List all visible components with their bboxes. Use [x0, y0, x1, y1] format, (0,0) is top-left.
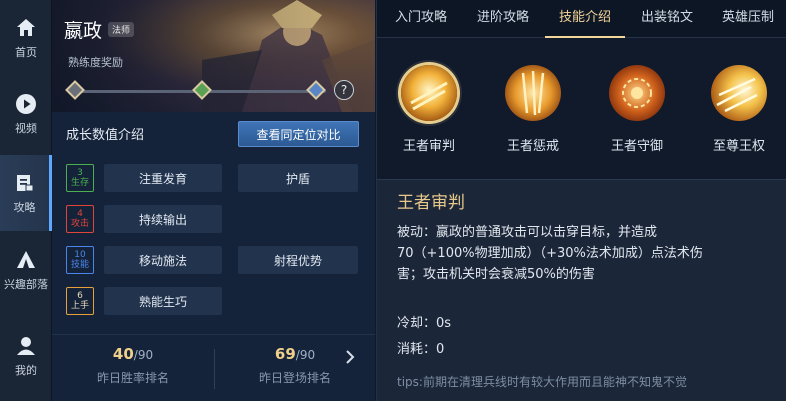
- left-nav: 首页 视频 攻略 兴趣部落 我的: [0, 0, 52, 401]
- ease-level-badge: 6 上手: [66, 287, 94, 315]
- skill-supreme-icon: [711, 65, 767, 121]
- skill-list: 王者审判 王者惩戒 王者守御 至尊王权: [377, 39, 786, 179]
- nav-item-me[interactable]: 我的: [0, 318, 52, 394]
- compare-position-button[interactable]: 查看同定位对比: [238, 121, 359, 147]
- rank-section: 40/90 昨日胜率排名 69/90 昨日登场排名: [52, 334, 375, 401]
- nav-item-guide[interactable]: 攻略: [0, 155, 52, 231]
- right-panel: 入门攻略 进阶攻略 技能介绍 出装铭文 英雄压制 王者审判 王者惩戒 王者守御: [376, 0, 786, 401]
- trait-tag[interactable]: 注重发育: [104, 164, 222, 192]
- skill-detail-title: 王者审判: [397, 193, 465, 213]
- skill-level-badge: 10 技能: [66, 246, 94, 274]
- nav-item-label: 兴趣部落: [4, 278, 48, 291]
- tab-skill-intro[interactable]: 技能介绍: [545, 0, 625, 38]
- skill-punish-icon: [505, 65, 561, 121]
- tab-bar: 入门攻略 进阶攻略 技能介绍 出装铭文 英雄压制: [377, 0, 786, 38]
- skill-item[interactable]: 王者守御: [587, 65, 687, 154]
- trait-tag[interactable]: 熟能生巧: [104, 287, 222, 315]
- trait-tag[interactable]: 射程优势: [238, 246, 358, 274]
- survival-level-badge: 3 生存: [66, 164, 94, 192]
- guide-icon: [13, 171, 37, 195]
- skill-guard-icon: [609, 65, 665, 121]
- skill-item[interactable]: 王者审判: [379, 65, 479, 154]
- nav-item-tribe[interactable]: 兴趣部落: [0, 232, 52, 308]
- tab-counter[interactable]: 英雄压制: [709, 0, 786, 38]
- tab-advanced-guide[interactable]: 进阶攻略: [463, 0, 543, 38]
- help-button[interactable]: ?: [334, 80, 354, 100]
- growth-section: 成长数值介绍 查看同定位对比 3 生存 注重发育 护盾 4 攻击 持续输出 10…: [52, 112, 375, 334]
- nav-item-video[interactable]: 视频: [0, 76, 52, 152]
- nav-item-label: 视频: [15, 122, 37, 135]
- skill-description: 被动：嬴政的普通攻击可以击穿目标，并造成 70（+100%物理加成）（+30%法…: [397, 225, 703, 282]
- proficiency-label: 熟练度奖励: [68, 56, 123, 69]
- skill-cost: 消耗：0: [397, 342, 445, 357]
- growth-title: 成长数值介绍: [66, 128, 145, 143]
- hero-role-badge: 法师: [108, 22, 135, 37]
- skill-judgment-icon: [401, 65, 457, 121]
- skill-item[interactable]: 至尊王权: [689, 65, 786, 154]
- trait-tag[interactable]: 护盾: [238, 164, 358, 192]
- skill-tips: tips:前期在清理兵线时有较大作用而且能神不知鬼不觉: [397, 375, 687, 389]
- nav-item-label: 我的: [15, 364, 37, 377]
- home-icon: [14, 16, 38, 40]
- trait-tag[interactable]: 持续输出: [104, 205, 222, 233]
- chevron-right-icon[interactable]: [345, 349, 355, 370]
- divider: [214, 349, 215, 389]
- skill-detail: 王者审判 被动：嬴政的普通攻击可以击穿目标，并造成 70（+100%物理加成）（…: [377, 179, 786, 401]
- hero-name: 嬴政: [64, 20, 103, 42]
- win-rate-rank[interactable]: 40/90 昨日胜率排名: [68, 345, 198, 386]
- skill-item[interactable]: 王者惩戒: [483, 65, 583, 154]
- user-icon: [14, 334, 38, 358]
- nav-item-home[interactable]: 首页: [0, 0, 52, 76]
- tab-build[interactable]: 出装铭文: [627, 0, 707, 38]
- skill-cooldown: 冷却：0s: [397, 316, 452, 331]
- nav-item-label: 攻略: [13, 201, 36, 214]
- hero-banner: 嬴政 法师 熟练度奖励 ?: [52, 0, 375, 112]
- pick-rate-rank[interactable]: 69/90 昨日登场排名: [230, 345, 360, 386]
- nav-item-label: 首页: [15, 46, 37, 59]
- trait-tag[interactable]: 移动施法: [104, 246, 222, 274]
- tribe-icon: [14, 248, 38, 272]
- attack-level-badge: 4 攻击: [66, 205, 94, 233]
- play-icon: [14, 92, 38, 116]
- tab-intro-guide[interactable]: 入门攻略: [381, 0, 461, 38]
